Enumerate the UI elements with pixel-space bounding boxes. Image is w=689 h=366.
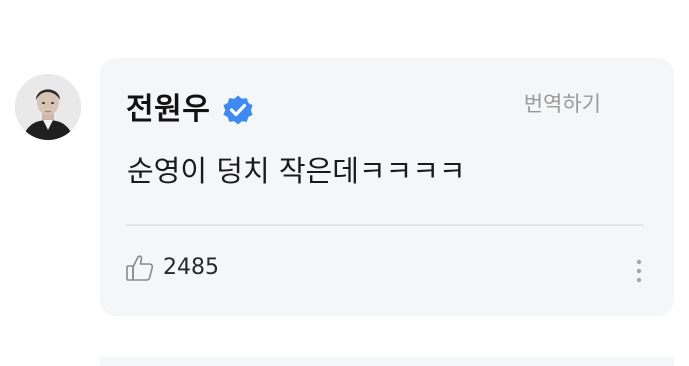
thumbs-up-icon[interactable] — [125, 254, 155, 282]
author-row: 전원우 — [126, 92, 256, 128]
comment-card: 전원우 번역하기 순영이 덩치 작은데ㅋㅋㅋㅋ 2485 — [100, 58, 674, 316]
like-count: 2485 — [163, 255, 219, 280]
avatar[interactable] — [15, 74, 81, 140]
like-row: 2485 — [125, 254, 219, 282]
more-vertical-icon[interactable] — [632, 257, 646, 287]
next-comment-card-edge — [100, 357, 674, 366]
comment-thread: 전원우 번역하기 순영이 덩치 작은데ㅋㅋㅋㅋ 2485 — [0, 0, 689, 366]
verified-badge-icon — [220, 92, 256, 128]
translate-button[interactable]: 번역하기 — [524, 89, 601, 119]
divider — [126, 224, 643, 226]
author-name[interactable]: 전원우 — [126, 92, 210, 128]
comment-text: 순영이 덩치 작은데ㅋㅋㅋㅋ — [127, 154, 466, 188]
avatar-image — [15, 74, 81, 140]
